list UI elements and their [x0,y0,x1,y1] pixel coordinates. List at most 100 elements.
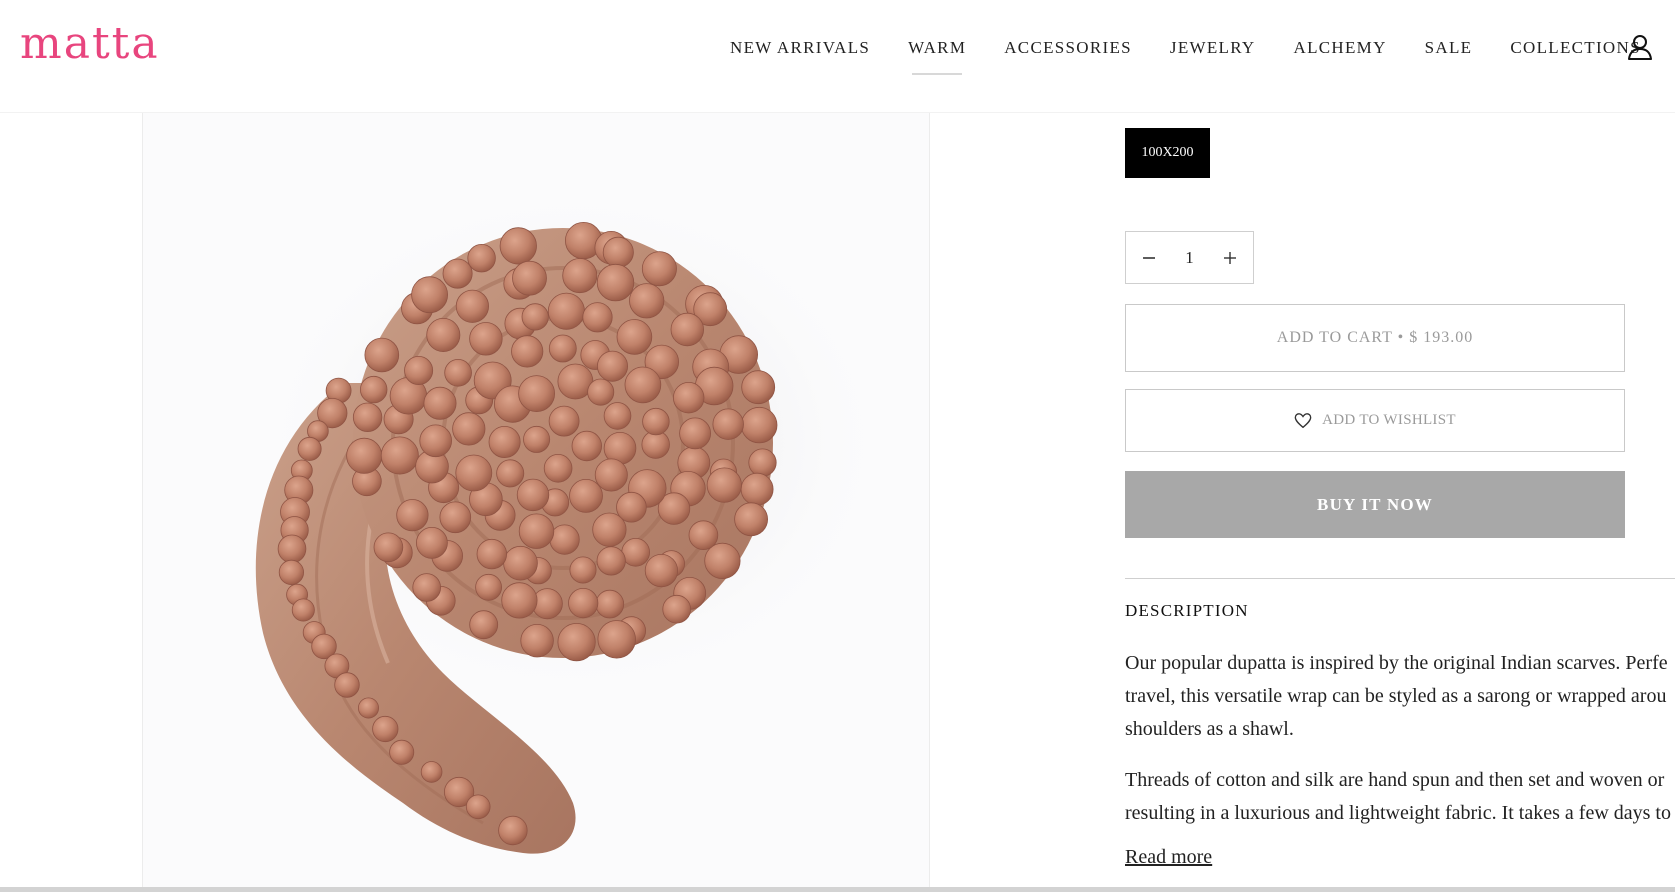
product-image[interactable] [142,113,930,887]
pom-pom [603,402,632,430]
pom-pom [587,378,615,406]
pom-pom [469,610,499,640]
pom-pom [498,815,528,846]
pom-pom [629,283,665,319]
pom-pom [734,502,768,537]
pom-pom [426,317,461,352]
add-to-cart-button[interactable]: ADD TO CART • $ 193.00 [1125,304,1625,372]
pom-pom [679,417,711,450]
pom-pom [569,556,597,584]
pom-pom [712,408,744,440]
pom-pom [641,251,677,287]
pom-pom [291,598,315,622]
pom-pom [518,375,556,413]
pom-pom [523,425,551,453]
add-to-wishlist-button[interactable]: ADD TO WISHLIST [1125,389,1625,452]
pom-pom [359,375,388,404]
brand-logo[interactable]: matta [20,22,160,66]
nav-item-accessories[interactable]: ACCESSORIES [1004,38,1132,58]
pom-pom [516,478,550,512]
description-line: Threads of cotton and silk are hand spun… [1125,769,1665,791]
nav-item-alchemy[interactable]: ALCHEMY [1294,38,1387,58]
pom-pom [404,355,434,385]
pom-pom [423,386,457,420]
read-more-link[interactable]: Read more [1125,846,1212,869]
pom-pom [373,532,404,563]
buy-it-now-button[interactable]: BUY IT NOW [1125,471,1625,538]
pom-pom [592,512,627,547]
add-to-wishlist-label: ADD TO WISHLIST [1322,412,1456,428]
pom-pom [501,582,538,619]
heart-icon [1294,412,1312,428]
pom-pom [748,448,777,477]
pom-pom [571,430,603,462]
pom-pom [420,761,443,783]
description-line: shoulders as a shawl. [1125,718,1294,740]
description-paragraph-1: Our popular dupatta is inspired by the o… [1125,647,1675,746]
pom-pom [499,227,537,265]
pom-pom [688,520,719,551]
size-option-selected[interactable]: 100X200 [1125,128,1210,178]
pom-pom [334,672,360,698]
pom-pom [389,739,415,765]
plus-icon[interactable] [1220,248,1240,268]
pom-pom [357,697,379,719]
minus-icon[interactable] [1139,248,1159,268]
pom-pom [624,366,662,404]
pom-pom [549,524,580,555]
pom-pom [582,302,613,333]
nav-item-sale[interactable]: SALE [1425,38,1473,58]
pom-pom [412,573,442,602]
pom-pom [277,534,307,564]
pom-pom [616,319,653,355]
pom-pom [372,715,399,743]
nav-item-jewelry[interactable]: JEWELRY [1170,38,1256,58]
pom-pom [442,258,473,289]
pom-pom [548,405,580,437]
product-details: 100X200 1 ADD TO CART • $ 193.00 ADD TO … [1125,0,1675,892]
pom-pom [557,622,596,662]
pom-pom [662,594,691,624]
pom-pom [596,350,628,382]
user-account-icon[interactable] [1627,34,1653,60]
pom-pom [670,312,704,347]
pom-pom [741,406,778,444]
nav-item-warm[interactable]: WARM [908,38,966,75]
pom-pom [740,472,774,506]
pom-pom [396,499,429,532]
pom-pom [602,236,634,268]
pom-pom [741,370,776,405]
pom-pom [706,467,742,503]
pom-pom [512,260,547,296]
nav-item-new-arrivals[interactable]: NEW ARRIVALS [730,38,870,58]
pom-pom [469,322,503,356]
pom-pom [455,454,493,492]
pom-pom [704,542,741,579]
pom-pom [642,407,670,436]
pom-pom [511,335,544,368]
pom-pom [452,412,486,446]
pom-pom [475,573,503,601]
pom-pom [548,334,577,363]
section-divider [1125,578,1675,579]
description-paragraph-2: Threads of cotton and silk are hand spun… [1125,764,1675,830]
pom-pom [673,382,705,414]
pom-pom [595,589,625,619]
pom-pom [594,458,628,492]
bottom-scroll-bar [0,887,1675,892]
description-line: Our popular dupatta is inspired by the o… [1125,652,1668,674]
nav-item-collections[interactable]: COLLECTIONS [1510,38,1640,58]
description-line: travel, this versatile wrap can be style… [1125,685,1667,707]
pom-pom [543,453,573,483]
pom-pom [568,587,599,619]
pom-pom [465,794,491,820]
pom-pom [518,513,555,549]
pom-pom-dupatta-scarf-image [253,183,893,854]
pom-pom [476,538,508,570]
description-heading[interactable]: DESCRIPTION [1125,601,1249,621]
main-nav: NEW ARRIVALS WARM ACCESSORIES JEWELRY AL… [730,38,1675,75]
pom-pom [467,243,496,273]
pom-pom [597,620,636,659]
quantity-value[interactable]: 1 [1185,248,1194,268]
pom-pom [297,436,322,461]
